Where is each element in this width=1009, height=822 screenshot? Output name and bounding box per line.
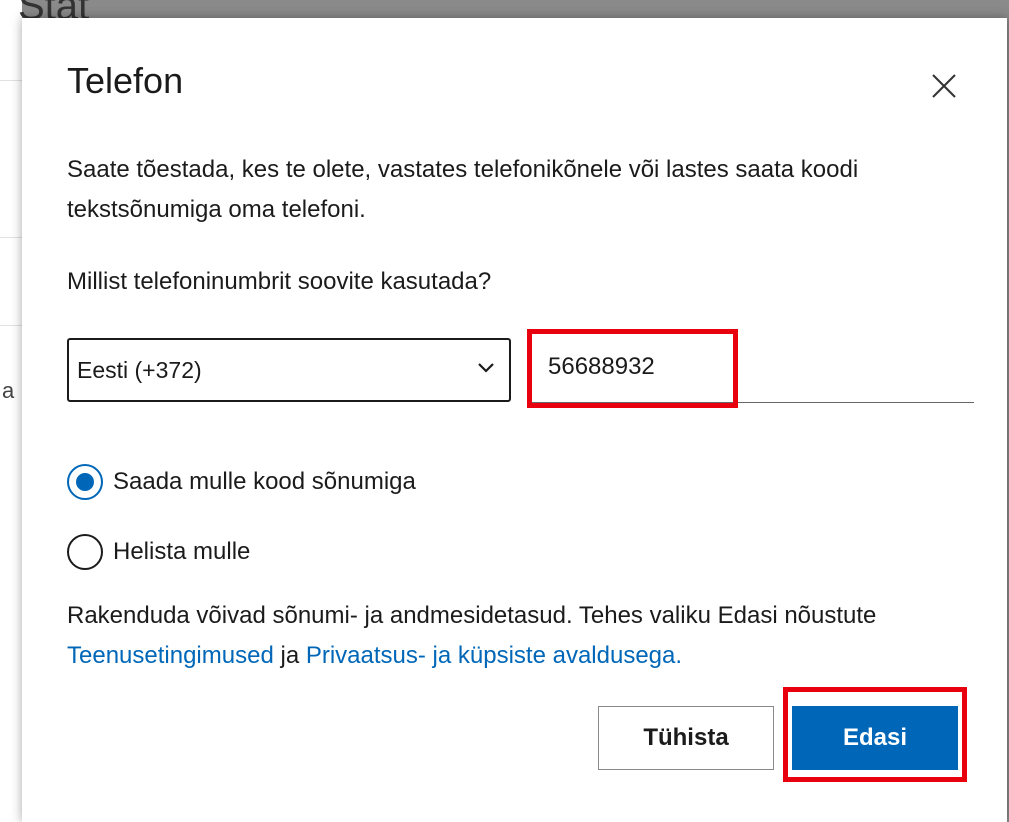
- radio-unchecked-icon[interactable]: [67, 534, 103, 570]
- country-code-select[interactable]: Eesti (+372): [67, 338, 511, 402]
- dialog-description: Saate tõestada, kes te olete, vastates t…: [67, 156, 859, 223]
- close-button[interactable]: [922, 64, 966, 108]
- background-divider: [0, 325, 22, 326]
- dialog-title: Telefon: [67, 60, 184, 101]
- background-divider: [0, 237, 22, 238]
- phone-question: Millist telefoninumbrit soovite kasutada…: [67, 268, 492, 295]
- cancel-button[interactable]: Tühista: [598, 706, 774, 770]
- country-code-value: Eesti (+372): [77, 356, 202, 383]
- background-divider: [0, 80, 22, 81]
- option-call[interactable]: Helista mulle: [67, 534, 250, 570]
- radio-checked-icon[interactable]: [67, 464, 103, 500]
- terms-link[interactable]: Teenusetingimused: [67, 642, 274, 669]
- legal-notice: Rakenduda võivad sõnumi- ja andmesidetas…: [67, 596, 967, 676]
- option-sms-label: Saada mulle kood sõnumiga: [113, 468, 416, 495]
- background-page: a: [0, 0, 22, 822]
- option-call-label: Helista mulle: [113, 538, 251, 565]
- legal-prefix: Rakenduda võivad sõnumi- ja andmesidetas…: [67, 602, 877, 629]
- phone-dialog: Telefon Saate tõestada, kes te olete, va…: [22, 18, 1007, 822]
- option-sms[interactable]: Saada mulle kood sõnumiga: [67, 464, 416, 500]
- background-partial-text: a: [2, 378, 15, 403]
- privacy-link[interactable]: Privaatsus- ja küpsiste avaldusega.: [306, 642, 682, 669]
- legal-middle: ja: [273, 642, 306, 669]
- phone-input-highlight: [527, 329, 738, 408]
- close-icon: [932, 74, 956, 98]
- next-button-highlight: [783, 687, 967, 782]
- chevron-down-icon: [478, 363, 494, 373]
